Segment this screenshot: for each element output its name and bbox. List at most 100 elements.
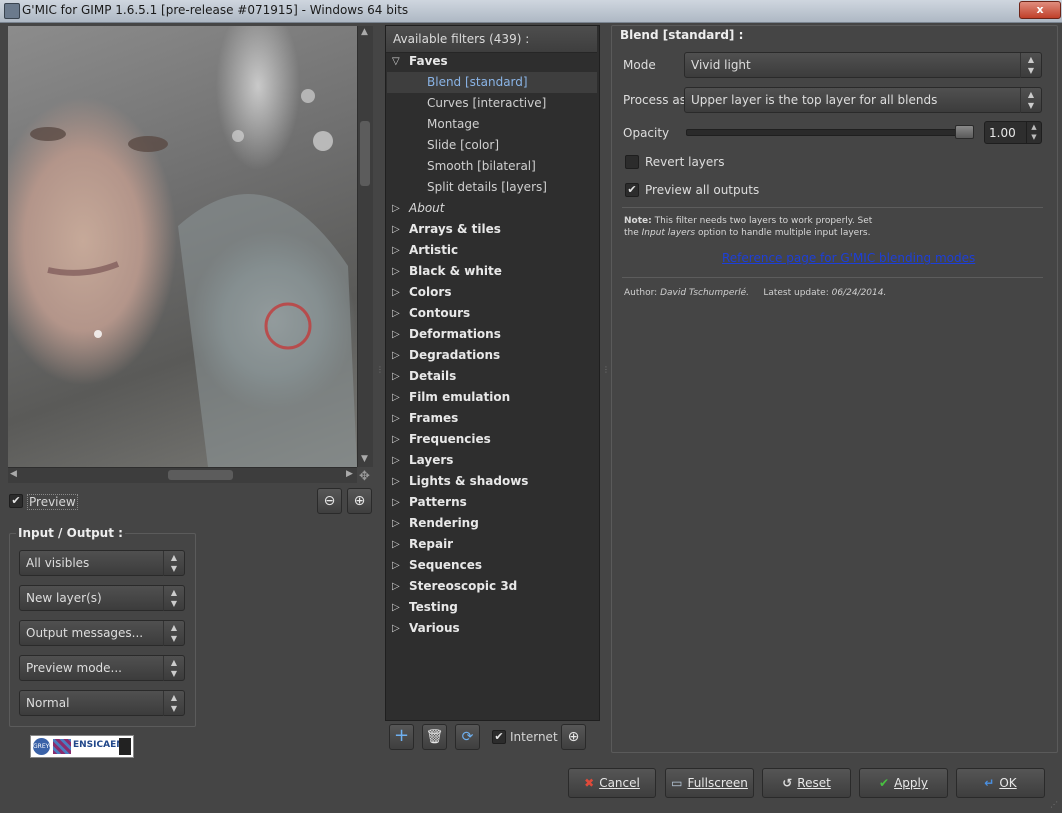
collapsed-triangle-icon[interactable]: ▷ [392, 513, 400, 534]
preview-mode-select[interactable]: Preview mode... ▲ ▼ [19, 655, 185, 681]
collapsed-triangle-icon[interactable]: ▷ [392, 366, 400, 387]
filter-item-smooth-bilateral[interactable]: Smooth [bilateral] [387, 156, 597, 177]
tree-folder-contours[interactable]: ▷ Contours [387, 303, 597, 324]
tree-folder-about[interactable]: ▷ About [387, 198, 597, 219]
collapsed-triangle-icon[interactable]: ▷ [392, 429, 400, 450]
collapsed-triangle-icon[interactable]: ▷ [392, 387, 400, 408]
mode-select[interactable]: Vivid light ▲ ▼ [684, 52, 1042, 78]
move-icon[interactable]: ✥ [359, 469, 370, 484]
collapsed-triangle-icon[interactable]: ▷ [392, 450, 400, 471]
tree-folder-degradations[interactable]: ▷ Degradations [387, 345, 597, 366]
vertical-scroll-thumb[interactable] [360, 121, 370, 186]
blend-mode-select[interactable]: Normal ▲ ▼ [19, 690, 185, 716]
input-layers-select[interactable]: All visibles ▲ ▼ [19, 550, 185, 576]
scroll-left-icon[interactable]: ◀ [10, 469, 17, 479]
fullscreen-button[interactable]: ▭ Fullscreen [665, 768, 754, 798]
collapsed-triangle-icon[interactable]: ▷ [392, 198, 400, 219]
add-fave-button[interactable]: + [389, 724, 414, 750]
preview-image[interactable] [8, 26, 357, 467]
close-button[interactable]: x [1019, 1, 1061, 19]
tree-folder-patterns[interactable]: ▷ Patterns [387, 492, 597, 513]
tree-folder-various[interactable]: ▷ Various [387, 618, 597, 639]
expanded-triangle-icon[interactable]: ▽ [392, 51, 400, 72]
tree-folder-testing[interactable]: ▷ Testing [387, 597, 597, 618]
tree-folder-artistic[interactable]: ▷ Artistic [387, 240, 597, 261]
tree-folder-faves[interactable]: ▽ Faves [387, 51, 597, 72]
process-as-select[interactable]: Upper layer is the top layer for all ble… [684, 87, 1042, 113]
scroll-right-icon[interactable]: ▶ [346, 469, 353, 479]
apply-button[interactable]: ✔ Apply [859, 768, 948, 798]
tree-folder-details[interactable]: ▷ Details [387, 366, 597, 387]
cancel-button[interactable]: ✖ Cancel [568, 768, 656, 798]
scroll-up-icon[interactable]: ▲ [361, 27, 368, 37]
splitter-handle[interactable]: ⋮ [376, 365, 384, 374]
output-messages-select[interactable]: Output messages... ▲ ▼ [19, 620, 185, 646]
tree-folder-stereoscopic-3d[interactable]: ▷ Stereoscopic 3d [387, 576, 597, 597]
output-mode-select[interactable]: New layer(s) ▲ ▼ [19, 585, 185, 611]
search-filters-button[interactable]: ⊕ [561, 724, 586, 750]
splitter-handle[interactable]: ⋮ [602, 365, 610, 374]
collapsed-triangle-icon[interactable]: ▷ [392, 492, 400, 513]
opacity-value: 1.00 [989, 126, 1016, 140]
process-as-label: Process as [623, 93, 686, 107]
ok-button[interactable]: ↵ OK [956, 768, 1045, 798]
collapsed-triangle-icon[interactable]: ▷ [392, 534, 400, 555]
tree-folder-rendering[interactable]: ▷ Rendering [387, 513, 597, 534]
reference-page-link[interactable]: Reference page for G'MIC blending modes [722, 251, 975, 265]
opacity-slider-handle[interactable] [955, 125, 974, 139]
updown-icon: ▲ ▼ [1020, 88, 1041, 113]
tree-folder-lights-shadows[interactable]: ▷ Lights & shadows [387, 471, 597, 492]
zoom-out-button[interactable]: ⊖ [317, 488, 342, 514]
collapsed-triangle-icon[interactable]: ▷ [392, 471, 400, 492]
filter-item-split-details[interactable]: Split details [layers] [387, 177, 597, 198]
collapsed-triangle-icon[interactable]: ▷ [392, 345, 400, 366]
preview-vertical-scrollbar[interactable]: ▲ ▼ [357, 26, 373, 467]
tree-folder-layers[interactable]: ▷ Layers [387, 450, 597, 471]
folder-label: Frequencies [409, 432, 491, 446]
preview-checkbox[interactable]: ✔ [9, 494, 23, 508]
zoom-in-button[interactable]: ⊕ [347, 488, 372, 514]
preview-horizontal-scrollbar[interactable]: ◀ ▶ [8, 467, 357, 483]
filter-item-blend-standard[interactable]: Blend [standard] [387, 72, 597, 93]
collapsed-triangle-icon[interactable]: ▷ [392, 597, 400, 618]
collapsed-triangle-icon[interactable]: ▷ [392, 618, 400, 639]
resize-grip-icon[interactable]: ⋰ [1050, 800, 1058, 809]
filter-item-curves-interactive[interactable]: Curves [interactive] [387, 93, 597, 114]
trash-icon: 🗑 [425, 729, 444, 745]
tree-folder-sequences[interactable]: ▷ Sequences [387, 555, 597, 576]
horizontal-scroll-thumb[interactable] [168, 470, 233, 480]
collapsed-triangle-icon[interactable]: ▷ [392, 219, 400, 240]
tree-folder-frames[interactable]: ▷ Frames [387, 408, 597, 429]
revert-layers-checkbox[interactable]: ✔ [625, 155, 639, 169]
opacity-spinbox[interactable]: 1.00 ▲ ▼ [984, 121, 1042, 144]
collapsed-triangle-icon[interactable]: ▷ [392, 261, 400, 282]
remove-fave-button[interactable]: 🗑 [422, 724, 447, 750]
collapsed-triangle-icon[interactable]: ▷ [392, 576, 400, 597]
preview-all-outputs-checkbox[interactable]: ✔ [625, 183, 639, 197]
internet-checkbox[interactable]: ✔ [492, 730, 506, 744]
fullscreen-label: Fullscreen [687, 776, 748, 790]
tree-folder-arrays-tiles[interactable]: ▷ Arrays & tiles [387, 219, 597, 240]
spin-arrows-icon[interactable]: ▲ ▼ [1026, 122, 1041, 143]
filter-item-montage[interactable]: Montage [387, 114, 597, 135]
collapsed-triangle-icon[interactable]: ▷ [392, 324, 400, 345]
reset-button[interactable]: ↺ Reset [762, 768, 851, 798]
tree-folder-repair[interactable]: ▷ Repair [387, 534, 597, 555]
scroll-down-icon[interactable]: ▼ [361, 454, 368, 464]
collapsed-triangle-icon[interactable]: ▷ [392, 240, 400, 261]
tree-folder-deformations[interactable]: ▷ Deformations [387, 324, 597, 345]
collapsed-triangle-icon[interactable]: ▷ [392, 555, 400, 576]
ensicaen-logo[interactable]: GREYC ENSICAEN [30, 735, 134, 758]
tree-folder-film-emulation[interactable]: ▷ Film emulation [387, 387, 597, 408]
tree-folder-black-white[interactable]: ▷ Black & white [387, 261, 597, 282]
collapsed-triangle-icon[interactable]: ▷ [392, 408, 400, 429]
collapsed-triangle-icon[interactable]: ▷ [392, 303, 400, 324]
tree-folder-frequencies[interactable]: ▷ Frequencies [387, 429, 597, 450]
tree-folder-colors[interactable]: ▷ Colors [387, 282, 597, 303]
preview-label[interactable]: Preview [27, 494, 78, 510]
opacity-slider[interactable] [686, 129, 974, 136]
collapsed-triangle-icon[interactable]: ▷ [392, 282, 400, 303]
refresh-filters-button[interactable]: ⟳ [455, 724, 480, 750]
filter-item-slide-color[interactable]: Slide [color] [387, 135, 597, 156]
filter-label: Curves [interactive] [427, 96, 547, 110]
